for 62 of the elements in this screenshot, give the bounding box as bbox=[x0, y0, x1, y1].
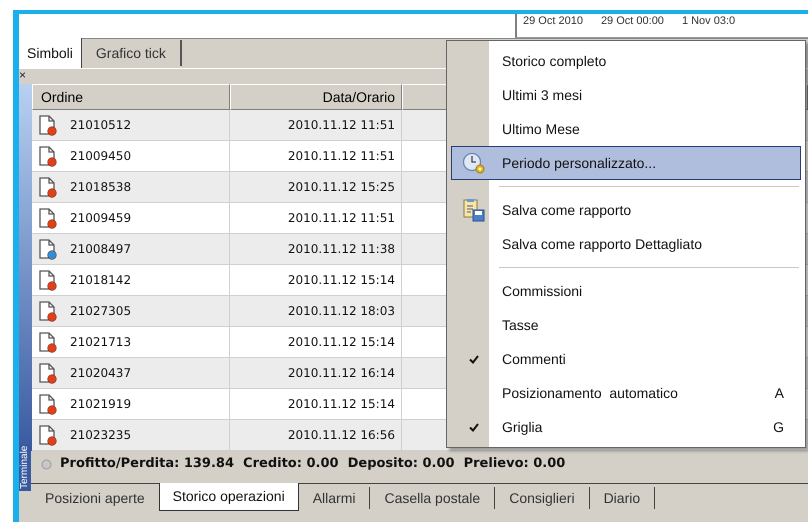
order-document-icon bbox=[38, 207, 58, 229]
order-time: 2010.11.12 16:14 bbox=[288, 365, 395, 382]
order-document-icon bbox=[38, 300, 58, 322]
order-time: 2010.11.12 15:14 bbox=[288, 334, 395, 351]
tab[interactable]: Grafico tick bbox=[82, 40, 182, 66]
order-time: 2010.11.12 15:14 bbox=[288, 272, 395, 289]
order-time: 2010.11.12 11:51 bbox=[288, 148, 395, 165]
order-document-icon bbox=[38, 393, 58, 415]
order-number: 21027305 bbox=[70, 303, 132, 320]
menu-item[interactable]: Ultimi 3 mesi bbox=[451, 78, 801, 112]
order-document-icon bbox=[38, 269, 58, 291]
shortcut-key: A bbox=[774, 382, 800, 404]
order-number: 21009450 bbox=[70, 148, 132, 165]
order-document-icon bbox=[38, 176, 58, 198]
order-time: 2010.11.12 11:51 bbox=[288, 117, 395, 134]
menu-item[interactable]: Storico completo bbox=[451, 44, 801, 78]
menu-item[interactable]: Commissioni bbox=[451, 274, 801, 308]
tab[interactable]: Allarmi bbox=[298, 487, 370, 509]
order-document-icon bbox=[38, 331, 58, 353]
tab[interactable]: Consiglieri bbox=[495, 487, 590, 509]
status-dot-icon bbox=[41, 458, 52, 470]
clock-gear-icon bbox=[462, 152, 486, 174]
order-number: 21010512 bbox=[70, 117, 132, 134]
shortcut-key: G bbox=[773, 416, 800, 438]
menu-item[interactable]: Ultimo Mese bbox=[451, 112, 801, 146]
tab[interactable]: Casella postale bbox=[370, 487, 496, 509]
side-panel-title: Terminale bbox=[19, 444, 31, 491]
column-header[interactable]: Data/Orario bbox=[230, 84, 402, 110]
order-time: 2010.11.12 11:51 bbox=[288, 210, 395, 227]
status-summary: Profitto/Perdita: 139.84 Credito: 0.00 Deposito: 0.00 Prelievo: 0.00 bbox=[60, 455, 566, 474]
order-time: 2010.11.12 16:56 bbox=[288, 427, 395, 444]
order-document-icon bbox=[38, 145, 58, 167]
menu-item[interactable]: Commenti bbox=[451, 342, 801, 376]
tab[interactable]: Posizioni aperte bbox=[31, 484, 159, 512]
order-document-icon bbox=[38, 362, 58, 384]
order-number: 21008497 bbox=[70, 241, 132, 258]
order-document-icon bbox=[38, 238, 58, 260]
order-number: 21018538 bbox=[70, 179, 132, 196]
order-time: 2010.11.12 15:14 bbox=[288, 396, 395, 413]
order-number: 21021919 bbox=[70, 396, 132, 413]
order-time: 2010.11.12 18:03 bbox=[288, 303, 395, 320]
order-number: 21023235 bbox=[70, 427, 132, 444]
order-number: 21021713 bbox=[70, 334, 132, 351]
tab[interactable]: Simboli bbox=[19, 38, 82, 68]
report-save-icon bbox=[463, 198, 485, 222]
menu-item[interactable]: Salva come rapporto Dettagliato bbox=[451, 227, 801, 261]
tab[interactable]: Storico operazioni bbox=[158, 483, 299, 511]
order-time: 2010.11.12 11:38 bbox=[288, 241, 395, 258]
order-document-icon bbox=[38, 424, 58, 446]
menu-item[interactable]: Periodo personalizzato... bbox=[451, 146, 801, 180]
order-number: 21018142 bbox=[70, 272, 132, 289]
close-icon[interactable]: × bbox=[19, 69, 26, 84]
tab[interactable]: Diario bbox=[590, 487, 656, 509]
order-document-icon bbox=[38, 114, 58, 136]
order-number: 21020437 bbox=[70, 365, 132, 382]
column-header[interactable]: Ordine bbox=[32, 84, 230, 110]
menu-item[interactable]: Griglia G bbox=[451, 410, 801, 444]
menu-item[interactable]: Posizionamento automatico A bbox=[451, 376, 801, 410]
menu-item[interactable]: Tasse bbox=[451, 308, 801, 342]
order-number: 21009459 bbox=[70, 210, 132, 227]
menu-item[interactable]: Salva come rapporto bbox=[451, 193, 801, 227]
order-time: 2010.11.12 15:25 bbox=[288, 179, 395, 196]
